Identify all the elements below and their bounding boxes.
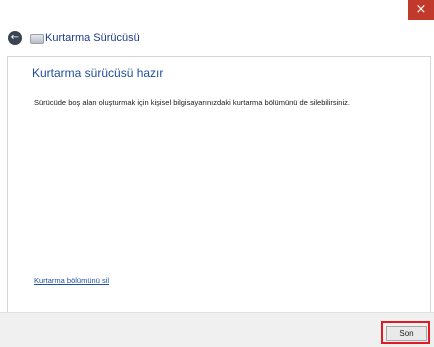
recovery-drive-window: × ← Kurtarma Sürücüsü Kurtarma sürücüsü …	[0, 0, 434, 347]
finish-button-highlight: Son	[381, 321, 430, 344]
delete-recovery-partition-link[interactable]: Kurtarma bölümünü sil	[34, 276, 109, 285]
wizard-title: Kurtarma Sürücüsü	[45, 32, 140, 44]
back-arrow-icon: ←	[10, 32, 20, 43]
title-bar: ×	[0, 0, 434, 22]
close-icon: ×	[415, 2, 427, 17]
wizard-header: ← Kurtarma Sürücüsü	[0, 22, 434, 52]
back-button[interactable]: ←	[8, 31, 22, 45]
wizard-content: Kurtarma sürücüsü hazır Sürücüde boş ala…	[7, 56, 431, 313]
page-heading: Kurtarma sürücüsü hazır	[32, 66, 164, 80]
description-text: Sürücüde boş alan oluşturmak için kişise…	[34, 98, 350, 107]
wizard-footer: Son	[0, 312, 434, 347]
finish-button[interactable]: Son	[386, 326, 427, 341]
drive-icon	[30, 34, 44, 44]
close-button[interactable]: ×	[408, 0, 434, 20]
